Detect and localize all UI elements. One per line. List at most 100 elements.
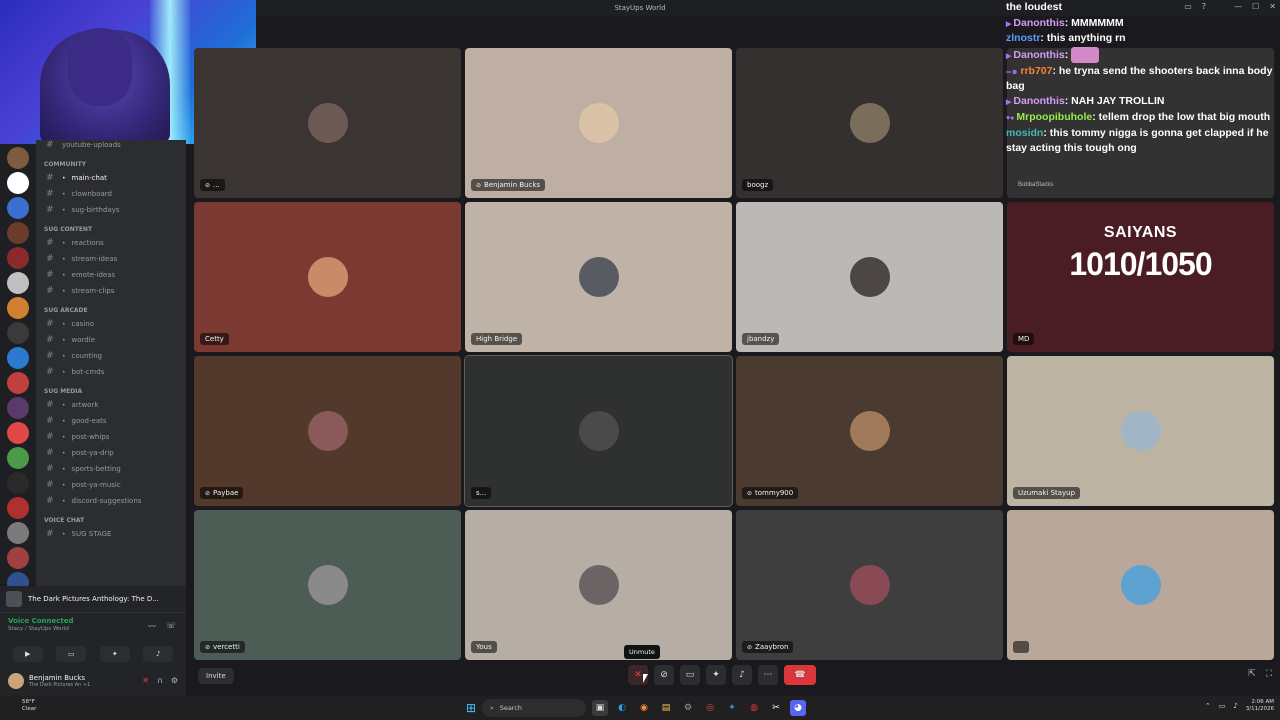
server-icon[interactable] <box>7 247 29 269</box>
category-header[interactable]: COMMUNITY <box>36 153 186 170</box>
participant-tile[interactable]: ⊘ Paybae <box>194 356 461 506</box>
channel-item[interactable]: # • reactions <box>36 235 186 251</box>
server-icon[interactable] <box>7 547 29 569</box>
participant-tile[interactable] <box>1007 510 1274 660</box>
mic-muted-icon: ⊘ <box>205 489 211 497</box>
chat-username: Mrpoopibuhole <box>1016 111 1093 124</box>
channel-item[interactable]: # • SUG STAGE <box>36 526 186 542</box>
settings-gear-icon[interactable]: ⚙ <box>171 676 178 685</box>
popout-icon[interactable]: ⇱ <box>1248 669 1256 679</box>
channel-item[interactable]: # • sug-birthdays <box>36 202 186 218</box>
participant-tile[interactable]: Cetty <box>194 202 461 352</box>
chevron-up-icon[interactable]: ⌃ <box>1205 702 1211 710</box>
channel-label: main-chat <box>71 174 107 182</box>
server-icon[interactable] <box>7 322 29 344</box>
participant-tile[interactable]: ⊘... <box>194 48 461 198</box>
disconnect-icon[interactable]: ☏ <box>166 621 176 632</box>
channel-item[interactable]: # • counting <box>36 348 186 364</box>
soundwave-icon[interactable]: 〰 <box>148 621 156 632</box>
category-header[interactable]: SUG CONTENT <box>36 218 186 235</box>
server-icon[interactable] <box>7 447 29 469</box>
channel-item[interactable]: # youtube-uploads <box>36 140 186 153</box>
channel-item[interactable]: # • clownboard <box>36 186 186 202</box>
task-view-icon[interactable]: ▣ <box>592 700 609 716</box>
screen-share-button[interactable]: ▭ <box>56 646 87 662</box>
server-icon[interactable] <box>7 522 29 544</box>
category-header[interactable]: SUG MEDIA <box>36 380 186 397</box>
activity-status[interactable]: The Dark Pictures Anthology: The D... <box>0 586 186 612</box>
participant-tile[interactable]: ⊘ tommy900 <box>736 356 1003 506</box>
category-header[interactable]: VOICE CHAT <box>36 509 186 526</box>
camera-toggle-button[interactable]: ⊘ <box>654 665 674 685</box>
app-icon[interactable]: ✦ <box>724 700 740 716</box>
headphones-icon[interactable]: ∩ <box>157 676 163 685</box>
participant-tile[interactable]: ⊘ Zaaybron <box>736 510 1003 660</box>
weather-widget[interactable]: 58°F Clear <box>22 699 36 712</box>
edge-icon[interactable]: ◐ <box>614 700 630 716</box>
invite-button[interactable]: Invite <box>198 668 234 684</box>
channel-item[interactable]: # • stream-ideas <box>36 251 186 267</box>
mic-muted-icon[interactable]: ✕ <box>142 676 149 685</box>
participant-tile[interactable]: ⊘ vercetti <box>194 510 461 660</box>
server-icon[interactable] <box>7 422 29 444</box>
chrome-icon[interactable]: ◎ <box>702 700 718 716</box>
participant-tile[interactable]: SAIYANS 1010/1050 MD <box>1007 202 1274 352</box>
server-icon[interactable] <box>7 497 29 519</box>
channel-item[interactable]: # • post-ya-drip <box>36 445 186 461</box>
channel-item[interactable]: # • post-whips <box>36 429 186 445</box>
camera-button[interactable]: ▶ <box>12 646 43 662</box>
avatar <box>578 103 619 143</box>
network-icon[interactable]: ▭ <box>1219 702 1226 710</box>
obs-icon[interactable]: ◍ <box>746 700 762 716</box>
soundboard-button[interactable]: ♪ <box>143 646 174 662</box>
participant-tile[interactable]: ⊘ Benjamin Bucks <box>465 48 732 198</box>
server-icon[interactable] <box>7 472 29 494</box>
capcut-icon[interactable]: ✂ <box>768 700 784 716</box>
fullscreen-icon[interactable]: ⛶ <box>1266 669 1272 679</box>
participant-tile[interactable]: Uzumaki Stayup <box>1007 356 1274 506</box>
file-explorer-icon[interactable]: ▤ <box>658 700 674 716</box>
channel-item[interactable]: # • discord-suggestions <box>36 493 186 509</box>
screen-share-toolbar-button[interactable]: ▭ <box>680 665 700 685</box>
soundboard-toolbar-button[interactable]: ♪ <box>732 665 752 685</box>
settings-icon[interactable]: ⚙ <box>680 700 696 716</box>
activity-toolbar-button[interactable]: ✦ <box>706 665 726 685</box>
windows-start-icon[interactable]: ⊞ <box>466 701 476 715</box>
category-header[interactable]: SUG ARCADE <box>36 299 186 316</box>
volume-icon[interactable]: ♪ <box>1233 702 1237 710</box>
channel-item[interactable]: # • stream-clips <box>36 283 186 299</box>
participant-tile[interactable]: s... <box>464 355 733 507</box>
leave-call-button[interactable]: ☎ <box>784 665 816 685</box>
channel-item[interactable]: # • bot-cmds <box>36 364 186 380</box>
channel-item[interactable]: # • sports-betting <box>36 461 186 477</box>
participant-tile[interactable]: High Bridge <box>465 202 732 352</box>
channel-item[interactable]: # • casino <box>36 316 186 332</box>
more-options-button[interactable]: ⋯ <box>758 665 778 685</box>
chat-message: zlnostr: this anything rn <box>1006 31 1280 46</box>
taskbar-search[interactable]: ⌕ Search <box>482 699 587 717</box>
firefox-icon[interactable]: ◉ <box>636 700 652 716</box>
channel-item[interactable]: # • artwork <box>36 397 186 413</box>
channel-item[interactable]: # • good-eats <box>36 413 186 429</box>
server-icon[interactable] <box>7 172 29 194</box>
server-icon[interactable] <box>7 197 29 219</box>
server-icon[interactable] <box>7 372 29 394</box>
server-icon[interactable] <box>7 272 29 294</box>
channel-item[interactable]: # • post-ya-music <box>36 477 186 493</box>
channel-item[interactable]: # • emote-ideas <box>36 267 186 283</box>
server-icon[interactable] <box>7 147 29 169</box>
server-icon[interactable] <box>7 297 29 319</box>
discord-icon[interactable]: ◕ <box>790 700 807 716</box>
participant-tile[interactable]: boogz <box>736 48 1003 198</box>
activities-button[interactable]: ✦ <box>99 646 130 662</box>
clock[interactable]: 2:06 AM 3/11/2026 <box>1246 699 1274 713</box>
server-icon[interactable] <box>7 347 29 369</box>
server-icon[interactable] <box>7 397 29 419</box>
channel-item[interactable]: # • wordle <box>36 332 186 348</box>
channel-emoji-icon: • <box>62 401 66 409</box>
participant-tile[interactable]: Yous <box>465 510 732 660</box>
channel-item[interactable]: # • main-chat <box>36 170 186 186</box>
current-user[interactable]: Benjamin Bucks The Dark Pictures An +1 ✕… <box>0 668 186 694</box>
participant-tile[interactable]: jbandzy <box>736 202 1003 352</box>
server-icon[interactable] <box>7 222 29 244</box>
